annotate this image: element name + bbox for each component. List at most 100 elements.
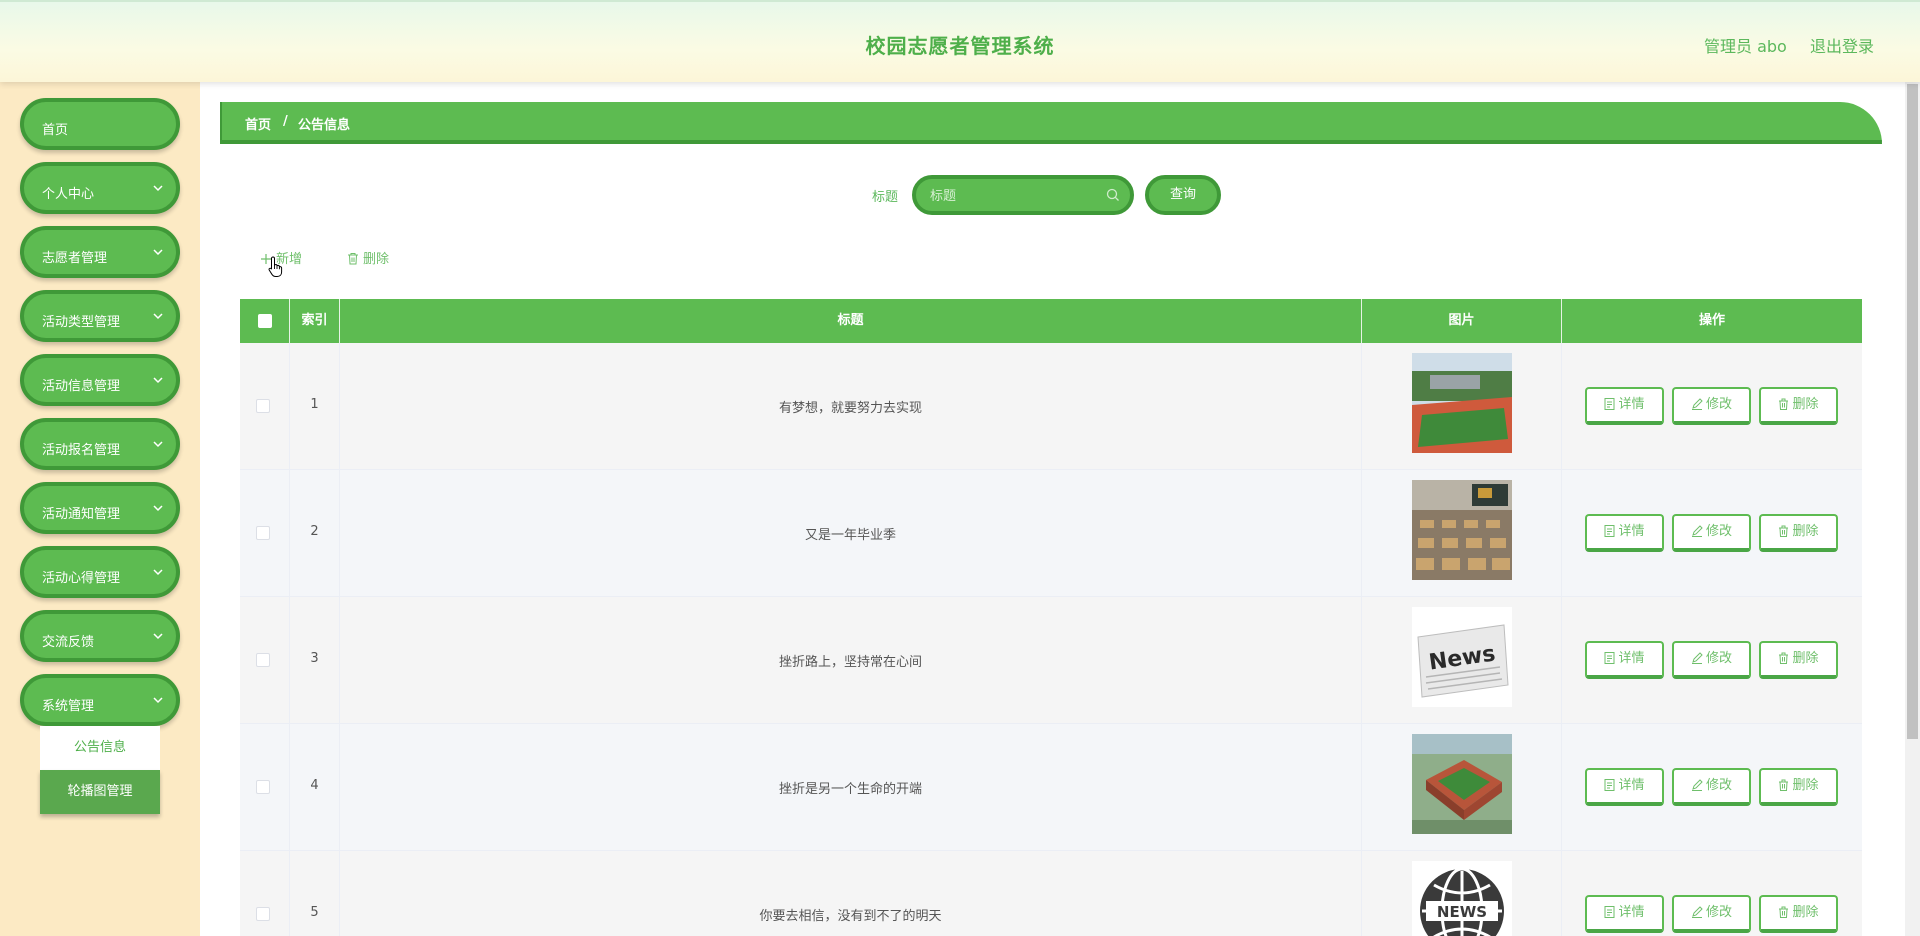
- current-user[interactable]: 管理员 abo: [1704, 33, 1787, 57]
- row-checkbox[interactable]: [256, 399, 270, 413]
- document-icon: [1604, 525, 1615, 537]
- chevron-down-icon: [153, 697, 163, 704]
- chevron-down-icon: [153, 313, 163, 320]
- edit-button[interactable]: 修改: [1672, 768, 1751, 806]
- row-checkbox[interactable]: [256, 780, 270, 794]
- table-row: 1 有梦想，就要努力去实现 详情 修改 删除: [240, 343, 1862, 470]
- row-title: 挫折是另一个生命的开端: [778, 782, 922, 797]
- trash-icon: [1779, 906, 1789, 918]
- row-index: 5: [310, 905, 319, 920]
- row-delete-button-label: 删除: [1792, 524, 1819, 539]
- sidebar-item-label: 个人中心: [42, 187, 95, 202]
- sidebar-item-label: 活动信息管理: [42, 379, 121, 394]
- trash-icon: [1779, 398, 1789, 410]
- sidebar-item-activity-notice[interactable]: 活动通知管理: [20, 482, 180, 534]
- row-title: 你要去相信，没有到不了的明天: [759, 909, 942, 924]
- search-label: 标题: [872, 190, 899, 205]
- edit-button[interactable]: 修改: [1672, 514, 1751, 552]
- chevron-down-icon: [153, 249, 163, 256]
- edit-button[interactable]: 修改: [1672, 895, 1751, 933]
- row-delete-button[interactable]: 删除: [1759, 768, 1838, 806]
- row-title: 又是一年毕业季: [804, 528, 896, 543]
- sidebar-item-label: 活动报名管理: [42, 443, 121, 458]
- breadcrumb-separator: /: [283, 114, 288, 129]
- table-row: 5 你要去相信，没有到不了的明天 NEWS 详情 修改 删除: [240, 851, 1862, 936]
- scrollbar-thumb[interactable]: [1907, 84, 1918, 739]
- trash-icon: [1779, 525, 1789, 537]
- submenu-item-notice[interactable]: 公告信息: [40, 726, 160, 770]
- row-checkbox[interactable]: [256, 907, 270, 921]
- table-header: 索引 标题 图片 操作: [240, 299, 1862, 343]
- sidebar-item-label: 活动心得管理: [42, 571, 121, 586]
- sidebar-item-activity-type[interactable]: 活动类型管理: [20, 290, 180, 342]
- delete-button[interactable]: 删除: [347, 248, 389, 267]
- system-submenu: 公告信息 轮播图管理: [40, 726, 160, 814]
- logout-link[interactable]: 退出登录: [1810, 33, 1874, 57]
- row-index: 4: [310, 778, 319, 793]
- detail-button-label: 详情: [1618, 397, 1645, 412]
- table-row: 3 挫折路上，坚持常在心间 News 详情 修改 删除: [240, 597, 1862, 724]
- row-checkbox[interactable]: [256, 526, 270, 540]
- sidebar-item-activity-experience[interactable]: 活动心得管理: [20, 546, 180, 598]
- edit-icon: [1691, 906, 1703, 918]
- detail-button-label: 详情: [1618, 905, 1645, 920]
- detail-button-label: 详情: [1618, 524, 1645, 539]
- sidebar-item-system[interactable]: 系统管理: [20, 674, 180, 726]
- row-checkbox[interactable]: [256, 653, 270, 667]
- row-delete-button[interactable]: 删除: [1759, 514, 1838, 552]
- top-header: 校园志愿者管理系统 管理员 abo 退出登录: [0, 0, 1920, 82]
- column-header-title: 标题: [340, 299, 1362, 343]
- row-delete-button[interactable]: 删除: [1759, 895, 1838, 933]
- query-button[interactable]: 查询: [1145, 175, 1221, 215]
- trash-icon: [348, 253, 358, 265]
- sidebar-item-feedback[interactable]: 交流反馈: [20, 610, 180, 662]
- edit-button[interactable]: 修改: [1672, 387, 1751, 425]
- classroom-image[interactable]: [1412, 480, 1512, 580]
- detail-button-label: 详情: [1618, 651, 1645, 666]
- newspaper-image[interactable]: News: [1412, 607, 1512, 707]
- breadcrumb-home[interactable]: 首页: [245, 114, 271, 133]
- chevron-down-icon: [153, 505, 163, 512]
- edit-button[interactable]: 修改: [1672, 641, 1751, 679]
- select-all-column: [240, 299, 290, 343]
- document-icon: [1604, 779, 1615, 791]
- detail-button[interactable]: 详情: [1585, 514, 1664, 552]
- chevron-down-icon: [153, 441, 163, 448]
- document-icon: [1604, 652, 1615, 664]
- row-title: 有梦想，就要努力去实现: [778, 401, 922, 416]
- document-icon: [1604, 398, 1615, 410]
- chevron-down-icon: [153, 185, 163, 192]
- sidebar-item-home[interactable]: 首页: [20, 98, 180, 150]
- row-delete-button-label: 删除: [1792, 778, 1819, 793]
- detail-button[interactable]: 详情: [1585, 768, 1664, 806]
- news-globe-image[interactable]: NEWS: [1412, 861, 1512, 936]
- row-delete-button-label: 删除: [1792, 397, 1819, 412]
- stadium-image[interactable]: [1412, 734, 1512, 834]
- sidebar-item-personal-center[interactable]: 个人中心: [20, 162, 180, 214]
- sidebar-item-label: 系统管理: [42, 699, 95, 714]
- sidebar-item-activity-signup[interactable]: 活动报名管理: [20, 418, 180, 470]
- select-all-checkbox[interactable]: [258, 314, 272, 328]
- detail-button[interactable]: 详情: [1585, 641, 1664, 679]
- campus-track-image[interactable]: [1412, 353, 1512, 453]
- edit-icon: [1691, 525, 1703, 537]
- hand-cursor-icon: [268, 256, 283, 277]
- edit-button-label: 修改: [1705, 651, 1732, 666]
- row-index: 2: [310, 524, 319, 539]
- edit-icon: [1691, 398, 1703, 410]
- row-delete-button[interactable]: 删除: [1759, 387, 1838, 425]
- submenu-item-carousel[interactable]: 轮播图管理: [40, 770, 160, 814]
- detail-button[interactable]: 详情: [1585, 387, 1664, 425]
- svg-text:NEWS: NEWS: [1437, 903, 1487, 921]
- search-field: [912, 175, 1134, 215]
- sidebar-item-activity-info[interactable]: 活动信息管理: [20, 354, 180, 406]
- row-delete-button[interactable]: 删除: [1759, 641, 1838, 679]
- column-header-image: 图片: [1362, 299, 1562, 343]
- sidebar-item-volunteer[interactable]: 志愿者管理: [20, 226, 180, 278]
- detail-button[interactable]: 详情: [1585, 895, 1664, 933]
- row-index: 1: [310, 397, 319, 412]
- search-input[interactable]: [930, 187, 1100, 205]
- trash-icon: [1779, 779, 1789, 791]
- sidebar-item-label: 首页: [42, 123, 69, 138]
- breadcrumb-current: 公告信息: [298, 118, 351, 133]
